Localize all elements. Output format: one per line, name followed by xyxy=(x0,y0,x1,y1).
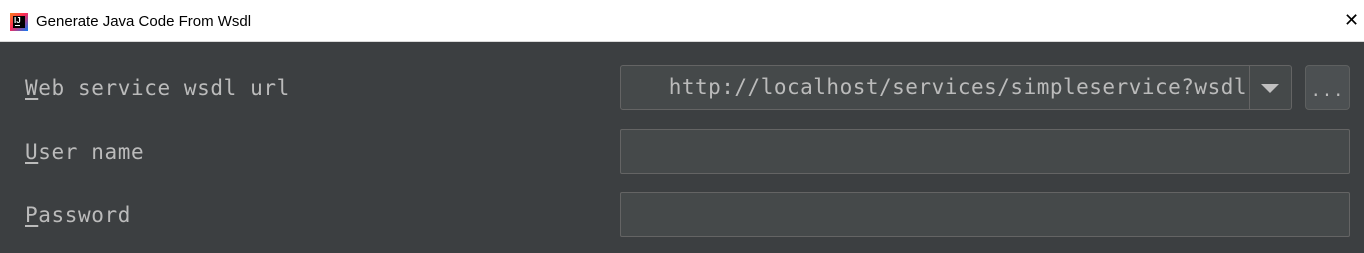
password-label-mnemonic: P xyxy=(25,203,39,227)
password-label-text: assword xyxy=(38,203,131,227)
browse-button[interactable]: ... xyxy=(1305,65,1350,110)
window-title: Generate Java Code From Wsdl xyxy=(36,13,252,30)
user-name-field[interactable] xyxy=(620,129,1350,174)
combo-divider xyxy=(1249,66,1250,109)
wsdl-url-combobox[interactable]: http://localhost/services/simpleservice?… xyxy=(620,65,1292,110)
chevron-down-icon[interactable] xyxy=(1261,84,1279,93)
user-name-label-mnemonic: U xyxy=(25,140,39,164)
password-field[interactable] xyxy=(620,192,1350,237)
title-bar: IJ Generate Java Code From Wsdl ✕ xyxy=(0,0,1364,42)
wsdl-url-input[interactable]: http://localhost/services/simpleservice?… xyxy=(669,75,1247,99)
wsdl-url-label-mnemonic: W xyxy=(25,76,39,100)
close-icon: ✕ xyxy=(1344,10,1360,31)
password-label: Password xyxy=(25,203,131,227)
close-button[interactable]: ✕ xyxy=(1344,0,1364,42)
intellij-idea-icon: IJ xyxy=(10,13,28,31)
user-name-label: User name xyxy=(25,140,144,164)
wsdl-url-label-text: eb service wsdl url xyxy=(38,76,290,100)
wsdl-url-label: Web service wsdl url xyxy=(25,76,290,100)
user-name-label-text: ser name xyxy=(38,140,145,164)
app-icon-text: IJ xyxy=(13,16,25,28)
